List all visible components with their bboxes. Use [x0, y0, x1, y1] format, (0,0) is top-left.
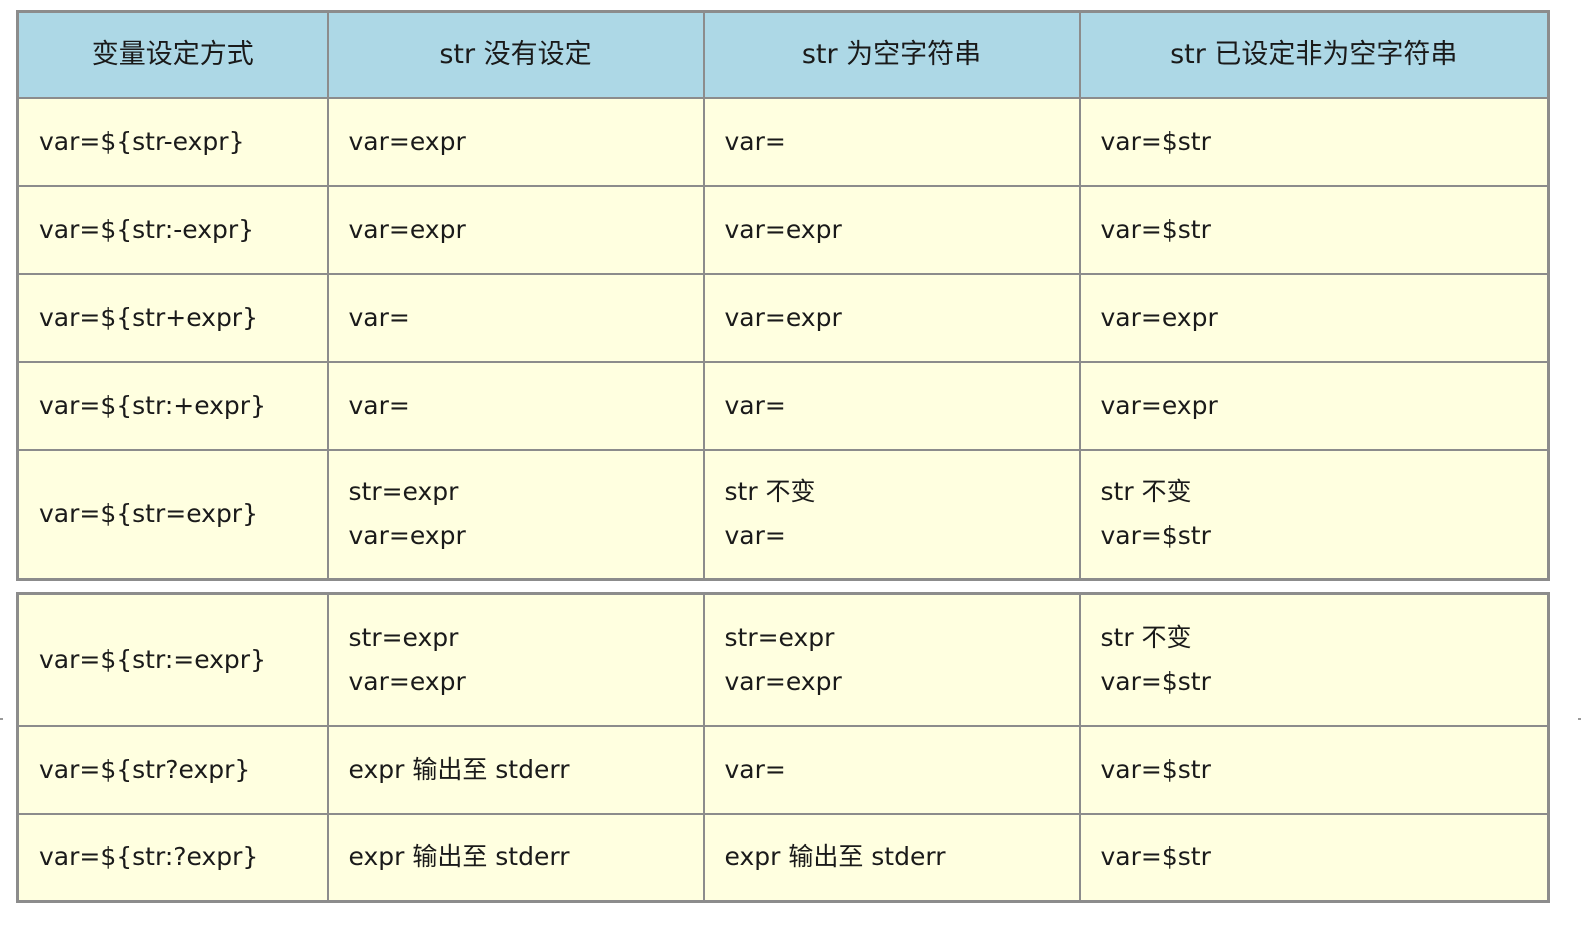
cell-line: var=$str [1100, 214, 1211, 244]
unset-cell: var= [326, 360, 705, 451]
cell-line: var=$str [1100, 126, 1211, 156]
table-row: var=${str=expr} str=expr var=expr str 不变… [16, 448, 1550, 581]
empty-cell: expr 输出至 stderr [702, 812, 1081, 903]
cell-line: str=expr [724, 622, 835, 652]
empty-cell: var= [702, 360, 1081, 451]
unset-cell: var= [326, 272, 705, 363]
cell-line: var=expr [1100, 390, 1218, 420]
cell-line: var=expr [724, 214, 842, 244]
unset-cell: str=expr var=expr [326, 592, 705, 727]
cell-line: var=expr [1100, 302, 1218, 332]
cell-line: var= [724, 521, 786, 551]
cell-line: var=expr [348, 214, 466, 244]
nonempty-cell: var=expr [1078, 360, 1550, 451]
table-row: var=${str:=expr} str=expr var=expr str=e… [16, 592, 1550, 727]
cell-line: var=$str [1100, 521, 1211, 551]
cell-line: var= [724, 390, 786, 420]
method-cell: var=${str=expr} [16, 448, 329, 581]
method-cell: var=${str:?expr} [16, 812, 329, 903]
unset-cell: str=expr var=expr [326, 448, 705, 581]
method-cell: var=${str:+expr} [16, 360, 329, 451]
empty-cell: var= [702, 96, 1081, 187]
method-cell: var=${str+expr} [16, 272, 329, 363]
empty-cell: str 不变 var= [702, 448, 1081, 581]
method-cell: var=${str:=expr} [16, 592, 329, 727]
cell-line: var= [724, 126, 786, 156]
header-nonempty: str 已设定非为空字符串 [1078, 10, 1550, 99]
cell-line: str=expr [348, 477, 459, 507]
empty-cell: var=expr [702, 184, 1081, 275]
cell-line: var=expr [348, 666, 466, 696]
empty-cell: var= [702, 724, 1081, 815]
method-cell: var=${str?expr} [16, 724, 329, 815]
nonempty-cell: str 不变 var=$str [1078, 448, 1550, 581]
cell-line: var=$str [1100, 666, 1211, 696]
variable-substitution-table-bottom: var=${str:=expr} str=expr var=expr str=e… [16, 592, 1550, 903]
unset-cell: var=expr [326, 184, 705, 275]
nonempty-cell: var=$str [1078, 812, 1550, 903]
page-edge-mark-left [0, 718, 3, 720]
table-row: var=${str?expr} expr 输出至 stderr var= var… [16, 724, 1550, 815]
cell-line: var= [348, 302, 410, 332]
cell-line: str=expr [348, 622, 459, 652]
nonempty-cell: var=expr [1078, 272, 1550, 363]
unset-cell: expr 输出至 stderr [326, 724, 705, 815]
cell-line: expr 输出至 stderr [348, 754, 570, 784]
header-method: 变量设定方式 [16, 10, 329, 99]
cell-line: var= [724, 754, 786, 784]
cell-line: str 不变 [724, 477, 816, 507]
method-cell: var=${str:-expr} [16, 184, 329, 275]
empty-cell: var=expr [702, 272, 1081, 363]
cell-line: var= [348, 390, 410, 420]
cell-line: expr 输出至 stderr [348, 842, 570, 872]
unset-cell: var=expr [326, 96, 705, 187]
header-empty: str 为空字符串 [702, 10, 1081, 99]
table-row: var=${str+expr} var= var=expr var=expr [16, 272, 1550, 363]
cell-line: var=expr [348, 521, 466, 551]
unset-cell: expr 输出至 stderr [326, 812, 705, 903]
variable-substitution-table-top: 变量设定方式 str 没有设定 str 为空字符串 str 已设定非为空字符串 … [16, 10, 1550, 581]
nonempty-cell: var=$str [1078, 724, 1550, 815]
table-row: var=${str:?expr} expr 输出至 stderr expr 输出… [16, 812, 1550, 903]
cell-line: expr 输出至 stderr [724, 842, 946, 872]
nonempty-cell: var=$str [1078, 184, 1550, 275]
cell-line: str 不变 [1100, 477, 1192, 507]
cell-line: var=$str [1100, 842, 1211, 872]
empty-cell: str=expr var=expr [702, 592, 1081, 727]
cell-line: var=expr [348, 126, 466, 156]
cell-line: var=expr [724, 302, 842, 332]
nonempty-cell: str 不变 var=$str [1078, 592, 1550, 727]
method-cell: var=${str-expr} [16, 96, 329, 187]
nonempty-cell: var=$str [1078, 96, 1550, 187]
cell-line: str 不变 [1100, 622, 1192, 652]
table-row: var=${str-expr} var=expr var= var=$str [16, 96, 1550, 187]
table-row: var=${str:+expr} var= var= var=expr [16, 360, 1550, 451]
cell-line: var=$str [1100, 754, 1211, 784]
cell-line: var=expr [724, 666, 842, 696]
table-row: var=${str:-expr} var=expr var=expr var=$… [16, 184, 1550, 275]
table-header-row: 变量设定方式 str 没有设定 str 为空字符串 str 已设定非为空字符串 [16, 10, 1550, 99]
header-unset: str 没有设定 [326, 10, 705, 99]
